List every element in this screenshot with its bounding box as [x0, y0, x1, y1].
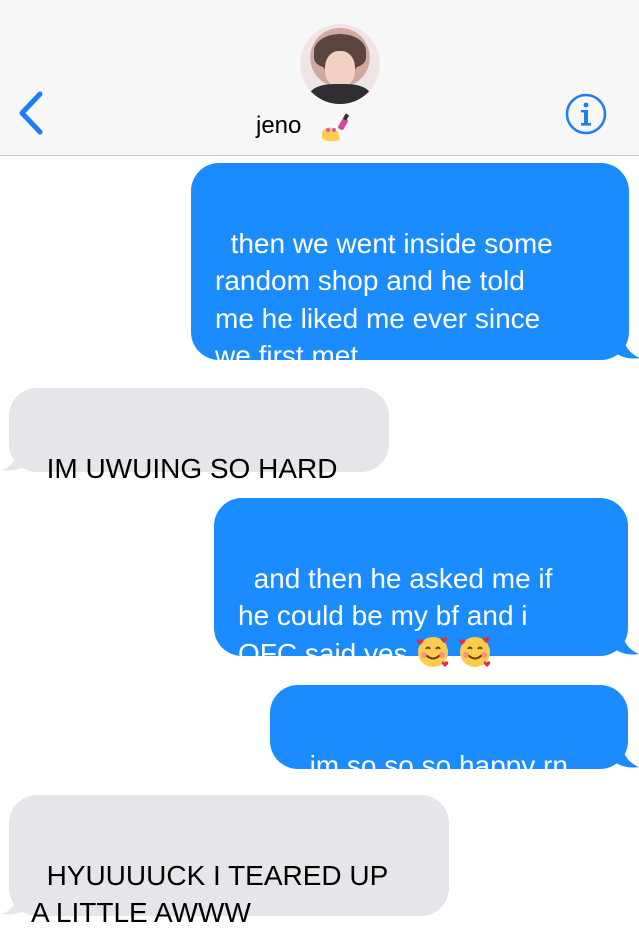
- message-text: im so so so happy rn: [309, 749, 568, 781]
- avatar[interactable]: [300, 24, 380, 104]
- bubble-tail: [611, 630, 639, 655]
- bubble-tail: [611, 743, 639, 768]
- sent-message-bubble[interactable]: im so so so happy rn: [270, 685, 628, 781]
- bubble-tail: [612, 334, 639, 359]
- received-message-bubble[interactable]: IM UWUING SO HARD: [9, 388, 389, 484]
- message-text: then we went inside some random shop and…: [215, 227, 553, 372]
- sent-message-bubble[interactable]: and then he asked me if he could be my b…: [214, 498, 628, 669]
- bubble-tail: [2, 890, 30, 915]
- bubble-tail: [2, 446, 30, 471]
- chevron-left-icon[interactable]: [14, 88, 48, 138]
- sent-message-bubble[interactable]: then we went inside some random shop and…: [191, 163, 629, 371]
- smiling-face-with-hearts-icon: [458, 636, 490, 667]
- message-text: IM UWUING SO HARD: [46, 452, 338, 484]
- info-icon[interactable]: [564, 92, 608, 136]
- message-text: HYUUUUCK I TEARED UP A LITTLE AWWW: [31, 859, 389, 929]
- message-text: and then he asked me if he could be my b…: [238, 562, 553, 669]
- received-message-bubble[interactable]: HYUUUUCK I TEARED UP A LITTLE AWWW: [9, 795, 449, 928]
- nail-polish-emoji-icon: [322, 113, 349, 142]
- contact-name[interactable]: jeno: [256, 112, 301, 140]
- smiling-face-with-hearts-icon: [416, 636, 448, 667]
- conversation-header: jeno: [0, 0, 639, 156]
